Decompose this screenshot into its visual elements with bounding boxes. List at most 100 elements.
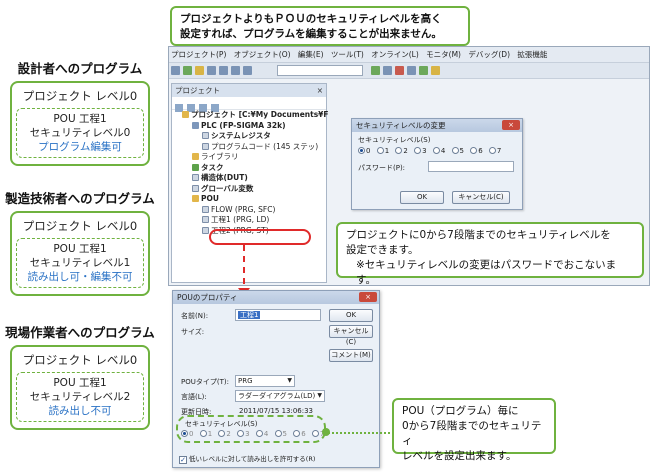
role-security-level: セキュリティレベル2 <box>29 391 131 403</box>
security-info-callout: プロジェクトに0から7段階までのセキュリティレベルを 設定できます。 ※セキュリ… <box>336 222 644 286</box>
project-panel-title-text: プロジェクト <box>175 86 220 95</box>
plc-icon <box>192 121 199 129</box>
menu-edit[interactable]: 編集(E) <box>298 50 324 59</box>
tree-item-project[interactable]: プロジェクト [C:¥My Documents¥F <box>174 110 329 121</box>
allow-read-label: 低いレベルに対して読み出しを許可する(R) <box>189 455 316 463</box>
menu-debug[interactable]: デバッグ(D) <box>468 50 510 59</box>
close-icon[interactable]: × <box>502 120 520 130</box>
cut-icon[interactable] <box>207 66 216 75</box>
role-title: 設計者へのプログラム <box>17 61 143 76</box>
highlight-oval <box>209 229 311 245</box>
name-label: 名前(N): <box>181 312 209 320</box>
tree-item-program-code[interactable]: プログラムコード (145 ステッ) <box>174 142 326 153</box>
pou-type-label: POUタイプ(T): <box>181 378 229 386</box>
menu-tools[interactable]: ツール(T) <box>331 50 364 59</box>
ok-button[interactable]: OK <box>329 309 373 322</box>
folder-icon <box>192 153 199 160</box>
security-level-radio-group: 0 1 2 3 4 5 6 7 <box>352 145 522 157</box>
radio-level-1[interactable] <box>376 147 384 154</box>
document-icon <box>202 216 209 223</box>
document-icon <box>202 142 209 150</box>
project-panel: プロジェクト × プロジェクト [C:¥My Documents¥F PLC (… <box>171 83 329 283</box>
role-pou-info: POU 工程1 セキュリティレベル2 読み出し不可 <box>16 372 144 422</box>
radio-level-4[interactable] <box>432 147 440 154</box>
stop-icon[interactable] <box>395 66 404 75</box>
name-input[interactable]: 工程1 <box>235 309 321 321</box>
role-pou-name: POU 工程1 <box>53 243 107 255</box>
menu-project[interactable]: プロジェクト(P) <box>171 50 226 59</box>
role-operator: 現場作業者へのプログラム プロジェクト レベル0 POU 工程1 セキュリティレ… <box>0 322 160 430</box>
tree-item-process1[interactable]: 工程1 (PRG, LD) <box>174 215 326 226</box>
pou-properties-dialog: POUのプロパティ × 名前(N): 工程1 OK サイズ: キャンセル(C) … <box>172 290 380 468</box>
project-panel-title: プロジェクト × <box>172 84 326 97</box>
allow-read-row: ✓ 低いレベルに対して読み出しを許可する(R) <box>179 453 315 464</box>
document-icon <box>192 184 199 192</box>
role-box: プロジェクト レベル0 POU 工程1 セキュリティレベル1 読み出し可・編集不… <box>10 211 150 296</box>
close-icon[interactable]: × <box>317 84 323 97</box>
monitor-icon[interactable] <box>407 66 416 75</box>
radio-level-0[interactable] <box>358 147 365 154</box>
menu-object[interactable]: オブジェクト(O) <box>234 50 291 59</box>
role-box: プロジェクト レベル0 POU 工程1 セキュリティレベル0 プログラム編集可 <box>10 81 150 166</box>
compile-icon[interactable] <box>371 66 380 75</box>
menu-monitor[interactable]: モニタ(M) <box>426 50 461 59</box>
folder-icon <box>182 111 189 118</box>
password-label: パスワード(P): <box>358 164 406 172</box>
online-icon[interactable] <box>383 66 392 75</box>
cancel-button[interactable]: キャンセル(C) <box>452 191 510 204</box>
tree-item-flow[interactable]: FLOW (PRG, SFC) <box>174 205 326 216</box>
toolbar <box>169 63 649 79</box>
role-engineer: 製造技術者へのプログラム プロジェクト レベル0 POU 工程1 セキュリティレ… <box>0 188 160 296</box>
chevron-down-icon: ▼ <box>287 377 292 384</box>
role-designer: 設計者へのプログラム プロジェクト レベル0 POU 工程1 セキュリティレベル… <box>0 58 160 166</box>
save-icon[interactable] <box>183 66 192 75</box>
tree-item-dut[interactable]: 構造体(DUT) <box>174 173 326 184</box>
role-pou-info: POU 工程1 セキュリティレベル1 読み出し可・編集不可 <box>16 238 144 288</box>
paste-icon[interactable] <box>231 66 240 75</box>
chevron-down-icon: ▼ <box>317 392 322 399</box>
tree-item-plc[interactable]: PLC (FP-SIGMA 32k) <box>174 121 326 132</box>
role-permission: プログラム編集可 <box>38 141 122 153</box>
role-security-level: セキュリティレベル0 <box>29 127 131 139</box>
debug-icon[interactable] <box>431 66 440 75</box>
pou-type-select[interactable]: PRG ▼ <box>235 375 295 387</box>
menu-online[interactable]: オンライン(L) <box>371 50 419 59</box>
radio-level-7[interactable] <box>488 147 496 154</box>
radio-level-6[interactable] <box>470 147 478 154</box>
radio-level-3[interactable] <box>414 147 422 154</box>
tree-item-pou[interactable]: POU <box>174 194 326 205</box>
connector-line <box>328 432 390 434</box>
dialog-title: セキュリティレベルの変更 <box>356 121 446 130</box>
toolbar-combobox[interactable] <box>277 65 363 76</box>
password-field[interactable] <box>428 161 514 172</box>
close-icon[interactable]: × <box>359 292 377 302</box>
language-select[interactable]: ラダーダイアグラム(LD) ▼ <box>235 390 325 402</box>
run-icon[interactable] <box>419 66 428 75</box>
open-icon[interactable] <box>195 66 204 75</box>
copy-icon[interactable] <box>219 66 228 75</box>
allow-read-checkbox[interactable]: ✓ <box>179 456 187 464</box>
language-label: 言語(L): <box>181 393 207 401</box>
menu-extensions[interactable]: 拡張機能 <box>517 50 547 59</box>
role-pou-name: POU 工程1 <box>53 113 107 125</box>
top-callout-line1: プロジェクトよりもＰＯＵのセキュリティレベルを高く <box>180 13 442 25</box>
new-file-icon[interactable] <box>171 66 180 75</box>
tree-item-library[interactable]: ライブラリ <box>174 152 326 163</box>
callout-line1: プロジェクトに0から7段階までのセキュリティレベルを <box>346 229 611 241</box>
tree-item-system-register[interactable]: システムレジスタ <box>174 131 326 142</box>
ok-button[interactable]: OK <box>400 191 444 204</box>
folder-icon <box>192 195 199 202</box>
top-callout: プロジェクトよりもＰＯＵのセキュリティレベルを高く 設定すれば、プログラムを編集… <box>170 6 470 46</box>
callout-line2: 0から7段階までのセキュリティ <box>402 420 542 447</box>
cancel-button[interactable]: キャンセル(C) <box>329 325 373 346</box>
find-icon[interactable] <box>243 66 252 75</box>
tree-item-global-variables[interactable]: グローバル変数 <box>174 184 326 195</box>
role-box: プロジェクト レベル0 POU 工程1 セキュリティレベル2 読み出し不可 <box>10 345 150 430</box>
radio-level-2[interactable] <box>395 147 403 154</box>
pou-info-callout: POU（プログラム）毎に 0から7段階までのセキュリティ レベルを設定出来ます。 <box>392 398 556 462</box>
comment-button[interactable]: コメント(M) <box>329 349 373 362</box>
radio-level-5[interactable] <box>451 147 459 154</box>
tree-item-task[interactable]: タスク <box>174 163 326 174</box>
callout-line3: ※セキュリティレベルの変更はパスワードでおこないます。 <box>356 259 617 286</box>
modified-value: 2011/07/15 13:06:33 <box>239 407 314 415</box>
